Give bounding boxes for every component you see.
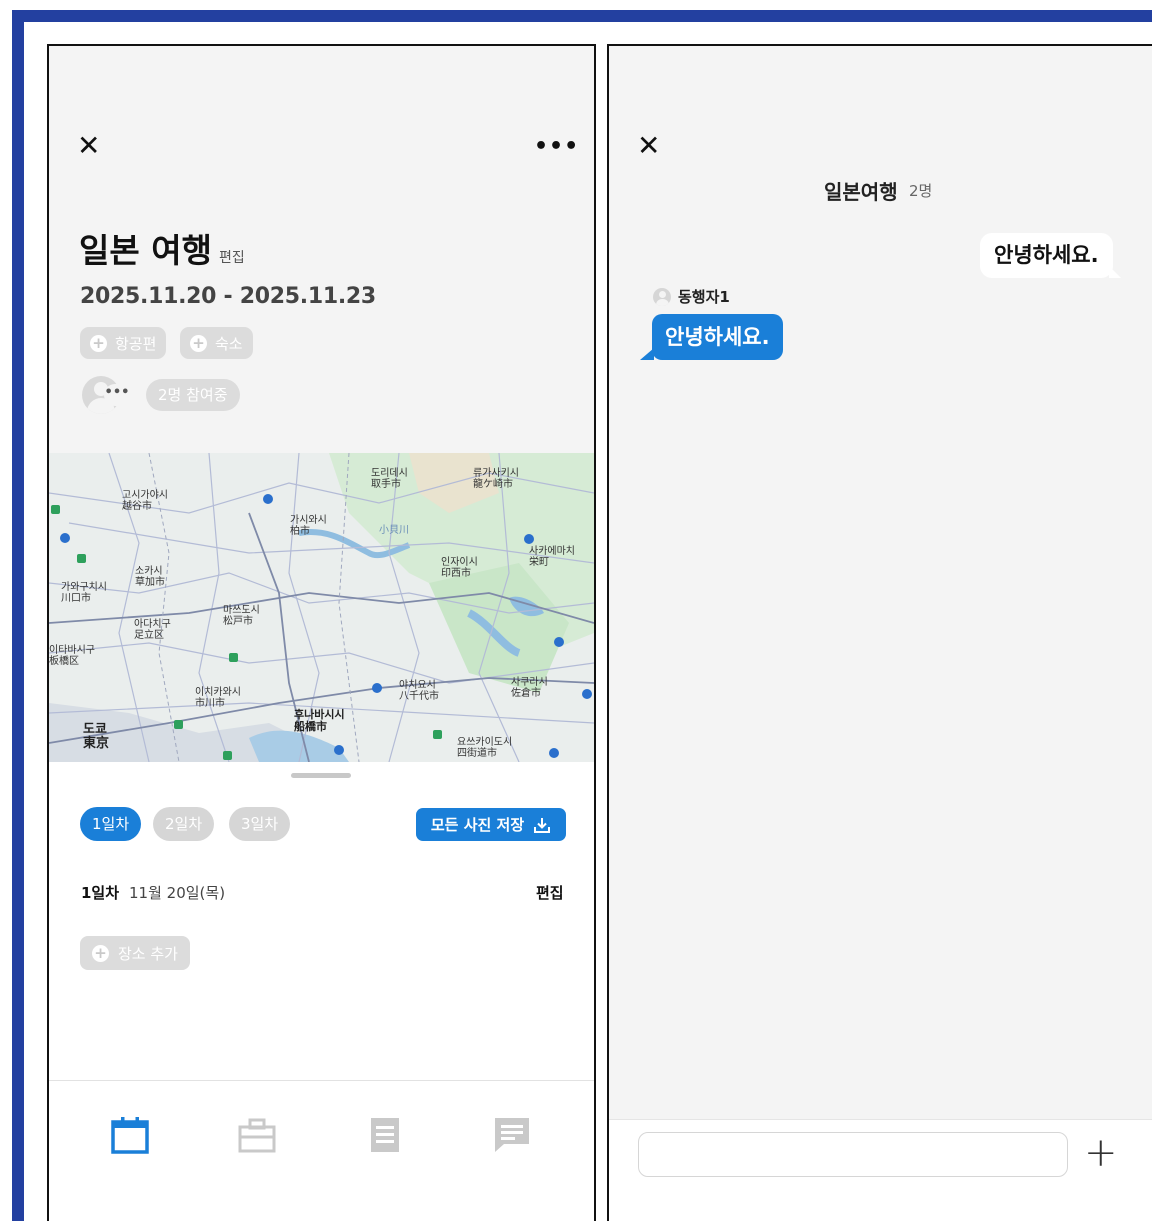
day-edit-link[interactable]: 편집 [536,882,564,903]
map-label: 小貝川 [379,525,409,536]
message-sender: 동행자1 [653,286,730,307]
plus-circle-icon: + [90,334,107,352]
route-map[interactable]: 도리데시 取手市 류가사키시 龍ケ崎市 고시가야시 越谷市 가시와시 柏市 小貝川 인자… [49,453,594,762]
chip-label: 항공편 [115,334,157,353]
save-button-label: 모든 사진 저장 [430,816,525,834]
selected-day-label: 1일차 [81,884,120,902]
more-options-icon[interactable]: ••• [534,134,579,159]
more-icon: ••• [104,384,130,406]
download-icon [534,817,551,833]
avatar [653,287,671,306]
participants-count: 2명 참여중 [146,379,240,411]
add-place-button[interactable]: + 장소 추가 [80,936,190,970]
map-label: 요쓰카이도시 四街道市 [457,737,513,759]
add-flight-chip[interactable]: + 항공편 [80,327,167,359]
trip-edit-link[interactable]: 편집 [219,247,245,267]
calendar-icon[interactable] [110,1115,150,1155]
map-label: 후나바시시 船橋市 [294,708,345,734]
map-label: 류가사키시 龍ケ崎市 [473,468,519,490]
day-tab-1[interactable]: 1일차 [80,807,142,841]
add-lodging-chip[interactable]: + 숙소 [180,327,253,359]
plus-circle-icon: + [92,944,109,962]
day-tab-3[interactable]: 3일차 [229,807,291,841]
map-label: 야치요시 八千代市 [399,680,439,702]
day-tab-2[interactable]: 2일차 [153,807,215,841]
map-label: 도쿄 東京 [83,722,110,752]
trip-dates: 2025.11.20 - 2025.11.23 [80,284,376,309]
chip-label: 숙소 [215,334,243,353]
bottom-tab-bar [49,1080,594,1221]
briefcase-icon[interactable] [237,1115,277,1155]
message-input[interactable] [638,1132,1068,1177]
map-label: 아다치구 足立区 [134,619,171,641]
sender-name: 동행자1 [678,288,730,306]
selected-day-date: 11월 20일(목) [129,884,226,902]
sheet-grabber[interactable] [291,773,351,778]
map-label: 고시가야시 越谷市 [122,490,168,512]
map-label: 인자이시 印西市 [441,557,478,579]
participants-avatar[interactable]: ••• [82,376,134,416]
plus-icon[interactable]: + [1084,1131,1118,1175]
day-plan-sheet: 1일차 2일차 3일차 모든 사진 저장 1일차 11월 20일(목) 편집 +… [49,762,594,1080]
receipt-icon[interactable] [365,1115,405,1155]
map-label: 사쿠라시 佐倉市 [511,677,548,699]
chat-composer: + [609,1119,1152,1221]
trip-planner-screen: ✕ ••• 일본 여행 편집 2025.11.20 - 2025.11.23 +… [47,44,596,1221]
save-all-photos-button[interactable]: 모든 사진 저장 [416,808,566,841]
chat-screen: ✕ 일본여행 2명 안녕하세요. 동행자1 안녕하세요. + [607,44,1152,1221]
add-place-label: 장소 추가 [118,944,178,963]
map-label: 도리데시 取手市 [371,468,408,490]
map-label: 이타바시구 板橋区 [49,645,95,667]
received-message-bubble: 안녕하세요. [640,314,783,360]
map-label: 가와구치시 川口市 [61,582,107,604]
map-label: 이치카와시 市川市 [195,687,241,709]
my-message-bubble: 안녕하세요. [980,233,1121,278]
map-label: 소카시 草加市 [135,566,165,588]
trip-title: 일본 여행 [79,231,212,270]
plus-circle-icon: + [190,334,207,352]
map-label: 가시와시 柏市 [290,515,327,537]
close-icon[interactable]: ✕ [77,132,100,160]
chat-title: 일본여행 [824,180,898,204]
chat-member-count: 2명 [909,182,933,200]
chat-icon[interactable] [492,1115,532,1155]
map-label: 사카에마치 栄町 [529,546,575,568]
close-icon[interactable]: ✕ [637,132,660,160]
map-label: 마쓰도시 松戸市 [223,605,260,627]
